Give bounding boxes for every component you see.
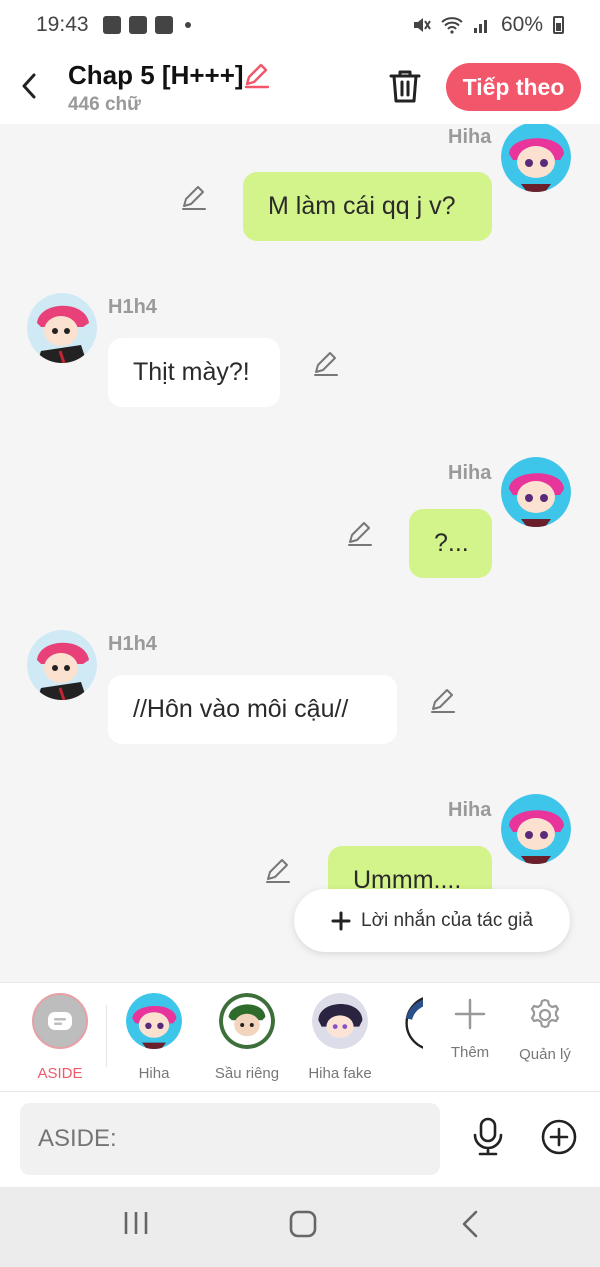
manage-button[interactable]: Quản lý	[510, 997, 580, 1063]
more-notifications-icon	[184, 22, 191, 28]
input-bar	[0, 1092, 600, 1187]
chapter-title: Chap 5 [H+++]	[68, 60, 244, 90]
character-hiha[interactable]: Hiha	[114, 993, 194, 1082]
word-count: 446 chữ	[68, 94, 141, 115]
character-sau-rieng[interactable]: Sầu riêng	[207, 993, 287, 1082]
trash-icon	[389, 70, 421, 103]
message-bubble[interactable]: //Hôn vào môi cậu//	[108, 675, 397, 744]
character-label: Sầu riêng	[214, 1065, 280, 1082]
edit-message-icon[interactable]	[264, 857, 292, 885]
plus-icon	[331, 911, 351, 930]
add-label: Thêm	[450, 1044, 490, 1061]
avatar	[126, 993, 182, 1049]
add-character-button[interactable]: Thêm	[435, 997, 505, 1061]
edit-message-icon[interactable]	[180, 184, 208, 212]
home-icon	[289, 1210, 317, 1238]
sender-name: H1h4	[108, 296, 157, 318]
battery-percent: 60%	[500, 13, 543, 36]
note-icon	[48, 1012, 72, 1030]
message-bubble[interactable]: M làm cái qq j v?	[243, 172, 492, 241]
divider	[106, 1005, 107, 1067]
next-button[interactable]: Tiếp theo	[446, 63, 581, 111]
attach-button[interactable]	[541, 1119, 577, 1160]
hiha-avatar-image	[501, 794, 571, 864]
author-note-button[interactable]: Lời nhắn của tác giả	[294, 889, 570, 952]
avatar-hiha[interactable]	[501, 794, 571, 864]
delete-button[interactable]	[388, 68, 422, 109]
system-nav-bar	[0, 1187, 600, 1267]
sender-name: Hiha	[448, 799, 492, 821]
wifi-icon	[441, 17, 463, 34]
character-aside[interactable]: ASIDE	[20, 993, 100, 1082]
gear-icon	[530, 998, 560, 1029]
avatar-hiha[interactable]	[501, 457, 571, 527]
voice-button[interactable]	[470, 1117, 506, 1162]
avatar	[312, 993, 368, 1049]
message-input[interactable]	[20, 1103, 440, 1175]
status-time: 19:43	[36, 13, 89, 36]
signal-icon	[473, 20, 487, 33]
author-note-label: Lời nhắn của tác giả	[361, 909, 533, 931]
edit-title-icon[interactable]	[243, 62, 271, 90]
plus-icon	[454, 998, 486, 1030]
edit-message-icon[interactable]	[346, 520, 374, 548]
avatar	[219, 993, 275, 1049]
home-button[interactable]	[288, 1209, 318, 1244]
character-label: Hiha fake	[308, 1065, 372, 1082]
youtube-notification-icon	[128, 16, 147, 34]
character-hiha-fake[interactable]: Hiha fake	[300, 993, 380, 1082]
add-circle-icon	[541, 1119, 577, 1155]
sender-name: H1h4	[108, 633, 157, 655]
avatar-h1h4[interactable]	[27, 293, 97, 363]
recent-apps-button[interactable]	[122, 1209, 150, 1242]
avatar-hiha[interactable]	[501, 124, 571, 192]
hiha-fake-avatar-image	[312, 993, 368, 1049]
microphone-icon	[473, 1117, 503, 1156]
sau-rieng-avatar-image	[219, 993, 275, 1049]
message-bubble[interactable]: ?...	[409, 509, 492, 578]
character-label: ASIDE	[37, 1065, 83, 1082]
character-bar: ASIDE Hiha Sầu riêng Hiha fake Thêm Quản…	[0, 982, 600, 1092]
hiha-avatar-image	[501, 457, 571, 527]
aside-avatar	[32, 993, 88, 1049]
h1h4-avatar-image	[27, 293, 97, 363]
character-label: Hiha	[138, 1065, 170, 1082]
sender-name: Hiha	[448, 126, 492, 148]
hiha-avatar-image	[126, 993, 182, 1049]
character-partial[interactable]	[405, 995, 423, 1055]
manage-label: Quản lý	[519, 1046, 571, 1063]
gallery-notification-icon	[102, 16, 121, 34]
back-arrow-icon	[22, 73, 36, 99]
message-bubble[interactable]: Thịt mày?!	[108, 338, 280, 407]
system-back-button[interactable]	[460, 1209, 480, 1244]
sender-name: Hiha	[448, 462, 492, 484]
back-button[interactable]	[14, 68, 44, 104]
edit-message-icon[interactable]	[429, 687, 457, 715]
status-bar: 19:43 60%	[0, 0, 600, 50]
hiha-avatar-image	[501, 124, 571, 192]
facebook-notification-icon	[154, 16, 173, 34]
chapter-header: Chap 5 [H+++] 446 chữ Tiếp theo	[0, 50, 600, 124]
battery-icon	[553, 16, 564, 34]
recent-apps-icon	[124, 1212, 148, 1234]
back-icon	[462, 1210, 478, 1238]
avatar-h1h4[interactable]	[27, 630, 97, 700]
mute-icon	[413, 18, 431, 32]
chat-area[interactable]: Hiha M làm cái qq j v? H1h4 Thịt mày?! H…	[0, 124, 600, 982]
h1h4-avatar-image	[27, 630, 97, 700]
edit-message-icon[interactable]	[312, 350, 340, 378]
partial-avatar-image	[405, 997, 423, 1049]
